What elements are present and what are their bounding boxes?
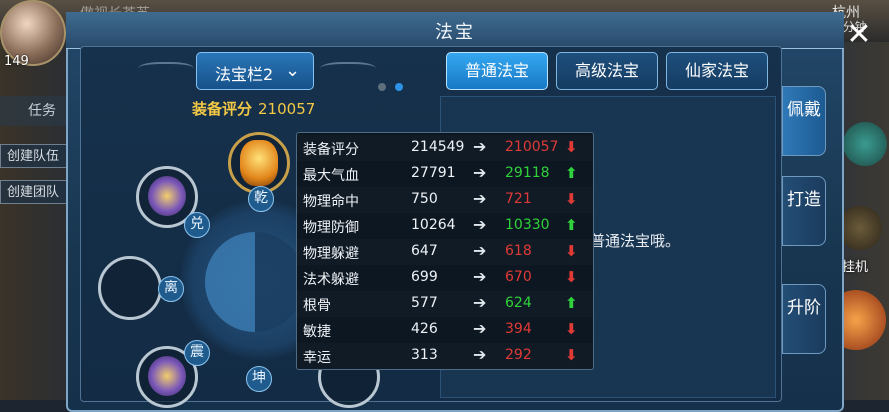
new-value: 721 (505, 191, 532, 207)
create-team-button[interactable]: 创建队伍 (0, 144, 70, 168)
treasure-slot-li[interactable] (98, 256, 162, 320)
task-button[interactable]: 任务 (0, 96, 70, 126)
arrow-up-icon: ⬆ (565, 294, 578, 312)
arrow-up-icon: ⬆ (565, 216, 578, 234)
new-value: 624 (505, 295, 532, 311)
stat-row: 物理防御 10264 ➔ 10330 ⬆ (303, 215, 578, 236)
new-value: 29118 (505, 165, 550, 181)
stat-compare-tooltip: 装备评分 214549 ➔ 210057 ⬇ 最大气血 27791 ➔ 29118 ⬆ 物理命中… (296, 132, 594, 370)
arrow-right-icon: ➔ (473, 189, 487, 208)
create-group-button[interactable]: 创建团队 (0, 180, 70, 204)
page-dot-2[interactable] (395, 83, 403, 91)
tab-immortal-treasure[interactable]: 仙家法宝 (666, 52, 768, 90)
arrow-right-icon: ➔ (473, 137, 487, 156)
arrow-right-icon: ➔ (473, 345, 487, 364)
window-titlebar: 法宝 ✕ (66, 12, 872, 50)
bell-treasure-icon (240, 140, 278, 186)
crossed-swords-icon[interactable] (838, 206, 882, 250)
arrow-down-icon: ⬇ (565, 320, 578, 338)
arrow-right-icon: ➔ (473, 163, 487, 182)
trigram-kun: 坤 (246, 366, 272, 392)
arrow-up-icon: ⬆ (565, 164, 578, 182)
arrow-right-icon: ➔ (473, 293, 487, 312)
add-icon[interactable] (843, 122, 887, 166)
stat-row: 装备评分 214549 ➔ 210057 ⬇ (303, 137, 578, 158)
auto-battle-label[interactable]: 挂机 (842, 256, 868, 275)
side-tab-wear[interactable]: 佩戴 (782, 86, 826, 156)
side-tab-upgrade[interactable]: 升阶 (782, 284, 826, 354)
stat-row: 幸运 313 ➔ 292 ⬇ (303, 345, 578, 366)
arrow-down-icon: ⬇ (565, 138, 578, 156)
yin-yang-emblem (205, 232, 305, 332)
page-dot-1[interactable] (378, 83, 386, 91)
stat-row: 法术躲避 699 ➔ 670 ⬇ (303, 267, 578, 288)
side-tab-forge[interactable]: 打造 (782, 176, 826, 246)
slot-select-label: 法宝栏2 (215, 65, 274, 84)
arrow-right-icon: ➔ (473, 241, 487, 260)
stat-row: 最大气血 27791 ➔ 29118 ⬆ (303, 163, 578, 184)
arrow-right-icon: ➔ (473, 267, 487, 286)
stat-row: 根骨 577 ➔ 624 ⬆ (303, 293, 578, 314)
treasure-slot-dropdown[interactable]: 法宝栏2 ⌄ (196, 52, 314, 90)
player-level: 149 (4, 54, 29, 69)
tab-normal-treasure[interactable]: 普通法宝 (446, 52, 548, 90)
arrow-down-icon: ⬇ (565, 190, 578, 208)
amulet-treasure-icon (148, 176, 186, 216)
score-label: 装备评分 (192, 100, 253, 118)
stat-row: 物理命中 750 ➔ 721 ⬇ (303, 189, 578, 210)
new-value: 210057 (505, 139, 559, 155)
new-value: 394 (505, 321, 532, 337)
chevron-down-icon: ⌄ (285, 60, 301, 81)
trigram-zhen: 震 (184, 340, 210, 366)
score-value: 210057 (258, 100, 316, 118)
new-value: 292 (505, 347, 532, 363)
new-value: 618 (505, 243, 532, 259)
stat-row: 敏捷 426 ➔ 394 ⬇ (303, 319, 578, 340)
arrow-down-icon: ⬇ (565, 268, 578, 286)
trigram-li: 离 (158, 276, 184, 302)
arrow-down-icon: ⬇ (565, 242, 578, 260)
tab-advanced-treasure[interactable]: 高级法宝 (556, 52, 658, 90)
arrow-right-icon: ➔ (473, 215, 487, 234)
ornament-left (138, 62, 194, 78)
ornament-right (320, 62, 376, 78)
close-icon[interactable]: ✕ (842, 20, 876, 54)
amulet-treasure-icon-2 (148, 356, 186, 396)
arrow-down-icon: ⬇ (565, 346, 578, 364)
new-value: 670 (505, 269, 532, 285)
arrow-right-icon: ➔ (473, 319, 487, 338)
stat-row: 物理躲避 647 ➔ 618 ⬇ (303, 241, 578, 262)
equipment-score: 装备评分 210057 (192, 98, 315, 119)
new-value: 10330 (505, 217, 550, 233)
trigram-dui: 兑 (184, 212, 210, 238)
window-title: 法宝 (435, 22, 475, 43)
trigram-qian: 乾 (248, 186, 274, 212)
